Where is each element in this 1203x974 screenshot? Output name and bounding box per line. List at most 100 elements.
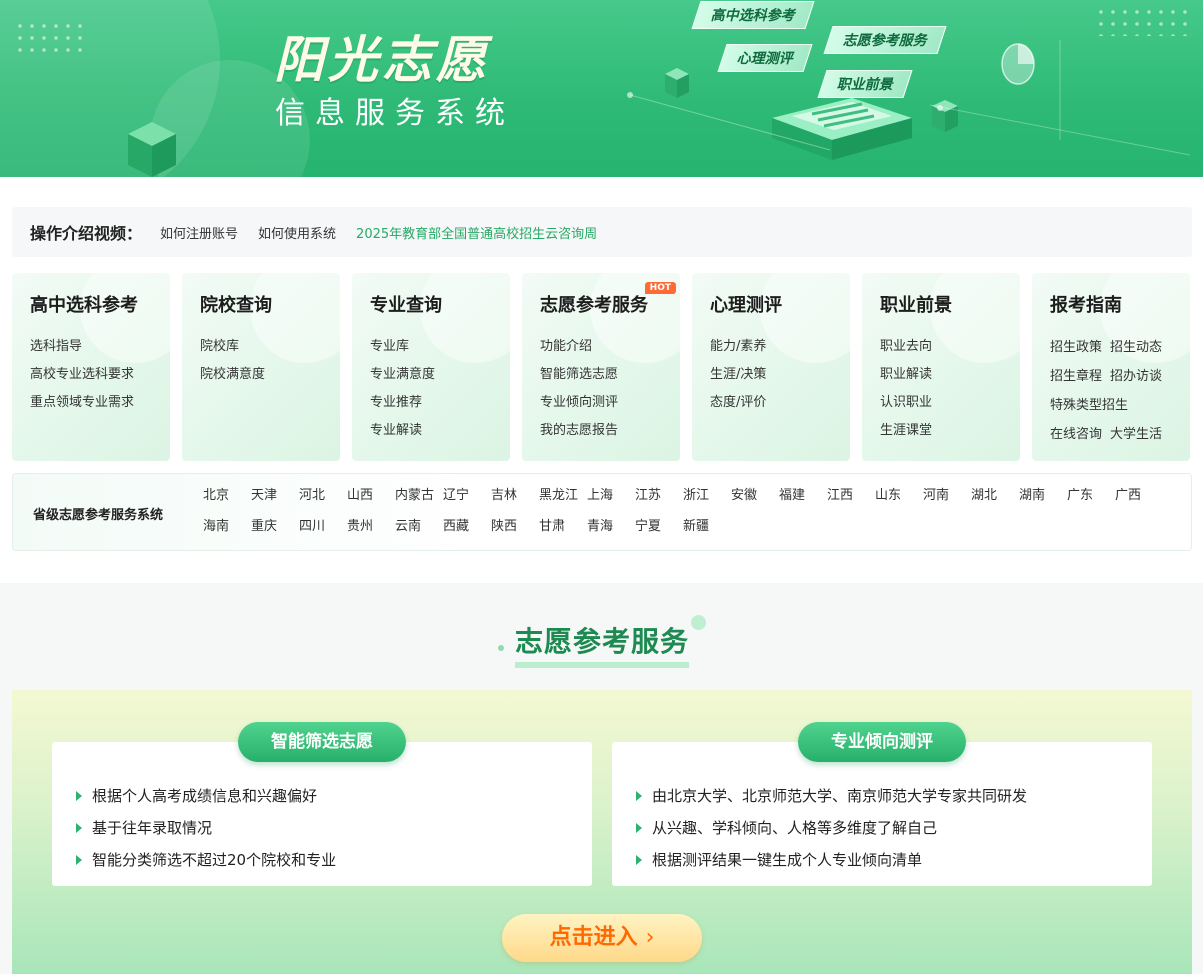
card-link[interactable]: 职业解读 [880, 361, 1020, 389]
card-link[interactable]: 招办访谈 [1110, 362, 1162, 391]
province-link[interactable]: 天津 [251, 486, 299, 505]
card-link[interactable]: 大学生活 [1110, 420, 1162, 449]
card-link[interactable]: 在线咨询 [1050, 420, 1102, 449]
card-link[interactable]: 高校专业选科要求 [30, 361, 170, 389]
province-link[interactable]: 山东 [875, 486, 923, 505]
card-link[interactable]: 生涯/决策 [710, 361, 850, 389]
list-item: 根据测评结果一键生成个人专业倾向清单 [636, 844, 1027, 876]
province-link[interactable]: 青海 [587, 517, 635, 536]
card-link[interactable]: 功能介绍 [540, 333, 680, 361]
card-link[interactable]: 招生动态 [1110, 333, 1162, 362]
province-link[interactable]: 广东 [1067, 486, 1115, 505]
card-link-grid: 招生政策 招生动态 招生章程 招办访谈 特殊类型招生 在线咨询 大学生活 [1050, 333, 1190, 449]
province-link[interactable]: 四川 [299, 517, 347, 536]
province-link[interactable]: 湖南 [1019, 486, 1067, 505]
list-item: 由北京大学、北京师范大学、南京师范大学专家共同研发 [636, 780, 1027, 812]
card-link[interactable]: 招生章程 [1050, 362, 1102, 391]
province-link[interactable]: 广西 [1115, 486, 1163, 505]
service-box-smart-filter: 智能筛选志愿 根据个人高考成绩信息和兴趣偏好 基于往年录取情况 智能分类筛选不超… [52, 722, 592, 886]
card-link[interactable]: 专业满意度 [370, 361, 510, 389]
card-link[interactable]: 专业倾向测评 [540, 389, 680, 417]
card-application-service: HOT 志愿参考服务 功能介绍 智能筛选志愿 专业倾向测评 我的志愿报告 [522, 273, 680, 461]
chevron-right-icon: › [645, 925, 655, 950]
province-link[interactable]: 河南 [923, 486, 971, 505]
province-link[interactable]: 陕西 [491, 517, 539, 536]
card-title[interactable]: 高中选科参考 [30, 291, 170, 317]
link-how-to-use[interactable]: 如何使用系统 [258, 223, 336, 242]
province-link[interactable]: 上海 [587, 486, 635, 505]
card-link[interactable]: 认识职业 [880, 389, 1020, 417]
triangle-bullet-icon [636, 855, 642, 865]
card-title[interactable]: 职业前景 [880, 291, 1020, 317]
card-link[interactable]: 专业推荐 [370, 389, 510, 417]
decor-dot [498, 645, 504, 651]
card-link[interactable]: 智能筛选志愿 [540, 361, 680, 389]
major-test-pill[interactable]: 专业倾向测评 [798, 722, 966, 762]
province-link[interactable]: 浙江 [683, 486, 731, 505]
card-title[interactable]: 专业查询 [370, 291, 510, 317]
province-link[interactable]: 辽宁 [443, 486, 491, 505]
card-title[interactable]: 院校查询 [200, 291, 340, 317]
decor-dot [691, 615, 706, 630]
province-link[interactable]: 云南 [395, 517, 443, 536]
card-link[interactable]: 能力/素养 [710, 333, 850, 361]
card-title[interactable]: 志愿参考服务 [540, 291, 680, 317]
province-link[interactable]: 海南 [203, 517, 251, 536]
province-link[interactable]: 贵州 [347, 517, 395, 536]
intro-label: 操作介绍视频： [30, 224, 143, 243]
card-major-query: 专业查询 专业库 专业满意度 专业推荐 专业解读 [352, 273, 510, 461]
section-title: 志愿参考服务 [515, 624, 690, 668]
banner-subtitle: 信息服务系统 [275, 96, 515, 131]
province-link[interactable]: 福建 [779, 486, 827, 505]
card-link[interactable]: 态度/评价 [710, 389, 850, 417]
province-list: 北京 天津 河北 山西 内蒙古 辽宁 吉林 黑龙江 上海 江苏 浙江 安徽 福建 江西 山东 河南 湖北 湖南 广东… [203, 486, 1193, 536]
banner-tag: 志愿参考服务 [823, 26, 947, 54]
card-link[interactable]: 专业库 [370, 333, 510, 361]
triangle-bullet-icon [76, 823, 82, 833]
triangle-bullet-icon [636, 823, 642, 833]
province-link[interactable]: 宁夏 [635, 517, 683, 536]
card-link[interactable]: 院校库 [200, 333, 340, 361]
smart-filter-pill[interactable]: 智能筛选志愿 [238, 722, 406, 762]
card-title[interactable]: 心理测评 [710, 291, 850, 317]
province-link[interactable]: 北京 [203, 486, 251, 505]
province-link[interactable]: 重庆 [251, 517, 299, 536]
card-link[interactable]: 我的志愿报告 [540, 417, 680, 445]
link-how-to-register[interactable]: 如何注册账号 [160, 223, 238, 242]
list-item: 基于往年录取情况 [76, 812, 336, 844]
card-title[interactable]: 报考指南 [1050, 291, 1190, 317]
province-link[interactable]: 山西 [347, 486, 395, 505]
list-item: 根据个人高考成绩信息和兴趣偏好 [76, 780, 336, 812]
card-link[interactable]: 职业去向 [880, 333, 1020, 361]
card-link[interactable]: 选科指导 [30, 333, 170, 361]
province-label: 省级志愿参考服务系统 [33, 508, 164, 523]
card-link[interactable]: 特殊类型招生 [1050, 391, 1162, 420]
province-link[interactable]: 内蒙古 [395, 486, 443, 505]
province-link[interactable]: 甘肃 [539, 517, 587, 536]
smart-filter-points: 根据个人高考成绩信息和兴趣偏好 基于往年录取情况 智能分类筛选不超过20个院校和… [76, 780, 336, 876]
card-link[interactable]: 招生政策 [1050, 333, 1102, 362]
card-subject-selection: 高中选科参考 选科指导 高校专业选科要求 重点领域专业需求 [12, 273, 170, 461]
card-psych-test: 心理测评 能力/素养 生涯/决策 态度/评价 [692, 273, 850, 461]
card-link[interactable]: 专业解读 [370, 417, 510, 445]
province-link[interactable]: 江苏 [635, 486, 683, 505]
province-link[interactable]: 安徽 [731, 486, 779, 505]
enter-button[interactable]: 点击进入 › [502, 914, 702, 962]
card-link[interactable]: 生涯课堂 [880, 417, 1020, 445]
province-link[interactable]: 黑龙江 [539, 486, 587, 505]
list-item: 从兴趣、学科倾向、人格等多维度了解自己 [636, 812, 1027, 844]
province-link[interactable]: 河北 [299, 486, 347, 505]
card-link[interactable]: 院校满意度 [200, 361, 340, 389]
card-career-outlook: 职业前景 职业去向 职业解读 认识职业 生涯课堂 [862, 273, 1020, 461]
card-link[interactable]: 重点领域专业需求 [30, 389, 170, 417]
province-link[interactable]: 西藏 [443, 517, 491, 536]
province-link[interactable]: 江西 [827, 486, 875, 505]
card-admission-guide: 报考指南 招生政策 招生动态 招生章程 招办访谈 特殊类型招生 在线咨询 大学生… [1032, 273, 1190, 461]
banner-tag: 心理测评 [717, 44, 813, 72]
province-link[interactable]: 新疆 [683, 517, 731, 536]
province-link[interactable]: 湖北 [971, 486, 1019, 505]
link-consult-week[interactable]: 2025年教育部全国普通高校招生云咨询周 [356, 223, 597, 242]
service-box-major-test: 专业倾向测评 由北京大学、北京师范大学、南京师范大学专家共同研发 从兴趣、学科倾… [612, 722, 1152, 886]
province-link[interactable]: 吉林 [491, 486, 539, 505]
cube-icon [128, 122, 176, 177]
